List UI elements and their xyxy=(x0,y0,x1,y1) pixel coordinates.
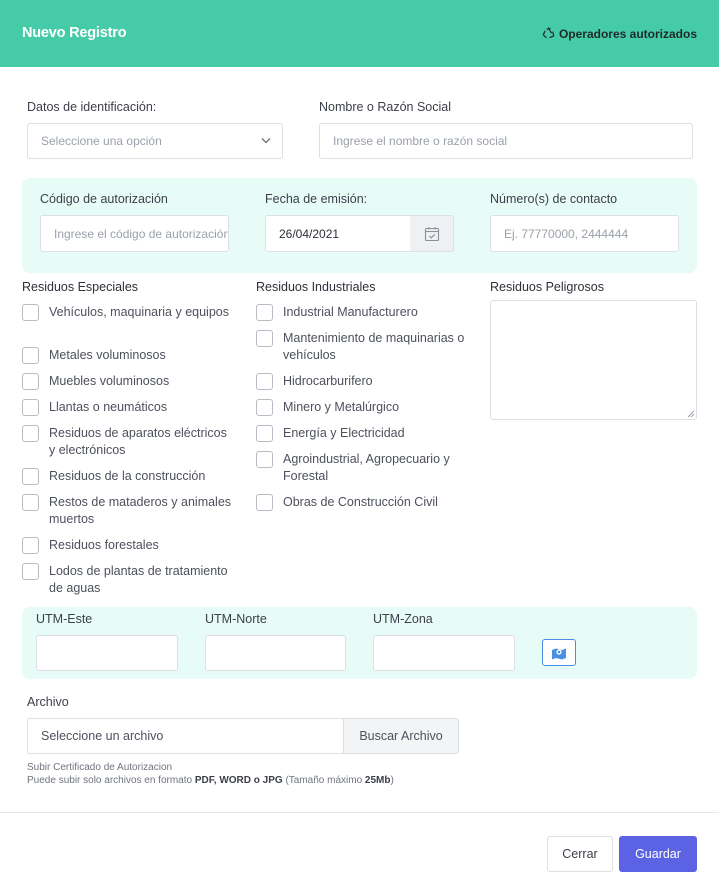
checkbox-llantas-neumaticos[interactable]: Llantas o neumáticos xyxy=(22,399,232,416)
numero-contacto-input[interactable]: Ej. 77770000, 2444444 xyxy=(490,215,679,252)
checkbox-label: Lodos de plantas de tratamiento de aguas xyxy=(49,564,228,595)
map-location-button[interactable] xyxy=(542,639,576,666)
checkbox-mantenimiento-maquinarias[interactable]: Mantenimiento de maquinarias o vehículos xyxy=(256,330,476,364)
residuos-especiales-title: Residuos Especiales xyxy=(22,280,139,294)
checkbox-label: Restos de mataderos y animales muertos xyxy=(49,495,232,526)
checkbox-box[interactable] xyxy=(22,468,39,485)
fecha-emision-input[interactable]: 26/04/2021 xyxy=(265,215,411,252)
calendar-icon xyxy=(424,226,439,241)
guardar-button[interactable]: Guardar xyxy=(619,836,697,872)
hint-text: (Tamaño máximo xyxy=(282,775,365,786)
numero-contacto-label: Númerο(s) de contacto xyxy=(490,192,618,206)
operadores-autorizados-link[interactable]: Operadores autorizados xyxy=(541,26,697,41)
checkbox-box[interactable] xyxy=(22,425,39,442)
checkbox-box[interactable] xyxy=(22,399,39,416)
nombre-razon-social-placeholder: Ingrese el nombre o razón social xyxy=(333,134,508,148)
checkbox-residuos-construccion[interactable]: Residuos de la construcción xyxy=(22,468,232,485)
resize-grip-icon[interactable] xyxy=(687,410,695,418)
checkbox-energia-electricidad[interactable]: Energía y Electricidad xyxy=(256,425,476,442)
checkbox-box[interactable] xyxy=(22,537,39,554)
utm-norte-input[interactable] xyxy=(205,635,346,671)
fecha-emision-value: 26/04/2021 xyxy=(279,226,340,241)
checkbox-label: Minero y Metalúrgico xyxy=(283,400,400,414)
checkbox-label: Agroindustrial, Agropecuario y Forestal xyxy=(283,452,450,483)
utm-zona-label: UTM-Zona xyxy=(373,612,433,626)
checkbox-label: Residuos de aparatos eléctricos y electr… xyxy=(49,426,227,457)
checkbox-label: Hidrocarburifero xyxy=(283,374,373,388)
checkbox-box[interactable] xyxy=(256,399,273,416)
checkbox-muebles-voluminosos[interactable]: Muebles voluminosos xyxy=(22,373,232,390)
checkbox-label: Muebles voluminosos xyxy=(49,374,170,388)
footer-divider xyxy=(0,812,719,813)
cerrar-button[interactable]: Cerrar xyxy=(547,836,613,872)
nombre-razon-social-input[interactable]: Ingrese el nombre o razón social xyxy=(319,123,693,159)
checkbox-box[interactable] xyxy=(22,563,39,580)
checkbox-residuos-forestales[interactable]: Residuos forestales xyxy=(22,537,232,554)
codigo-autorizacion-input[interactable]: Ingrese el código de autorización xyxy=(40,215,229,252)
checkbox-box[interactable] xyxy=(256,494,273,511)
archivo-input[interactable]: Seleccione un archivo xyxy=(27,718,344,754)
buscar-archivo-button[interactable]: Buscar Archivo xyxy=(343,718,459,754)
modal-header: Nuevo Registro Operadores autorizados xyxy=(0,0,719,67)
checkbox-minero-metalurgico[interactable]: Minero y Metalúrgico xyxy=(256,399,476,416)
checkbox-agroindustrial[interactable]: Agroindustrial, Agropecuario y Forestal xyxy=(256,451,476,485)
checkbox-hidrocarburifero[interactable]: Hidrocarburifero xyxy=(256,373,476,390)
residuos-industriales-title: Residuos Industriales xyxy=(256,280,376,294)
numero-contacto-placeholder: Ej. 77770000, 2444444 xyxy=(504,226,629,241)
archivo-placeholder: Seleccione un archivo xyxy=(41,729,164,743)
datos-identificacion-label: Datos de identificación: xyxy=(27,100,157,114)
hint-text: ) xyxy=(390,775,394,786)
checkbox-box[interactable] xyxy=(256,425,273,442)
utm-este-label: UTM-Este xyxy=(36,612,93,626)
codigo-autorizacion-label: Código de autorización xyxy=(40,192,168,206)
codigo-autorizacion-placeholder: Ingrese el código de autorización xyxy=(54,226,229,241)
checkbox-box[interactable] xyxy=(22,373,39,390)
hint-text: Puede subir solo archivos en formato xyxy=(27,775,195,786)
recycle-icon xyxy=(542,27,555,39)
checkbox-label: Vehículos, maquinaria y equipos xyxy=(49,305,229,319)
modal-title: Nuevo Registro xyxy=(22,25,127,41)
checkbox-aparatos-electricos[interactable]: Residuos de aparatos eléctricos y electr… xyxy=(22,425,232,459)
calendar-button[interactable] xyxy=(410,215,454,252)
hint-size: 25Mb xyxy=(364,775,391,786)
checkbox-label: Energía y Electricidad xyxy=(283,426,405,440)
datos-identificacion-select[interactable]: Seleccione una opción xyxy=(27,123,283,159)
map-marker-icon xyxy=(552,648,566,659)
checkbox-label: Residuos de la construcción xyxy=(49,469,206,483)
chevron-down-icon xyxy=(261,138,271,144)
checkbox-metales-voluminosos[interactable]: Metales voluminosos xyxy=(22,347,232,364)
checkbox-box[interactable] xyxy=(22,347,39,364)
archivo-label: Archivo xyxy=(27,695,69,709)
checkbox-box[interactable] xyxy=(22,494,39,511)
checkbox-label: Metales voluminosos xyxy=(49,348,166,362)
operadores-autorizados-label: Operadores autorizados xyxy=(558,26,697,41)
checkbox-box[interactable] xyxy=(256,373,273,390)
checkbox-lodos-plantas[interactable]: Lodos de plantas de tratamiento de aguas xyxy=(22,563,232,597)
residuos-peligrosos-title: Residuos Peligrosos xyxy=(490,280,604,294)
datos-identificacion-placeholder: Seleccione una opción xyxy=(41,134,162,148)
hint-formats: PDF, WORD o JPG xyxy=(194,775,283,786)
checkbox-restos-mataderos[interactable]: Restos de mataderos y animales muertos xyxy=(22,494,232,528)
checkbox-box[interactable] xyxy=(256,304,273,321)
archivo-hint-certificado: Subir Certificado de Autorizacion xyxy=(27,762,173,773)
checkbox-obras-construccion-civil[interactable]: Obras de Construcción Civil xyxy=(256,494,476,511)
checkbox-label: Mantenimiento de maquinarias o vehículos xyxy=(283,331,465,362)
archivo-hint-formatos: Puede subir solo archivos en formato PDF… xyxy=(27,775,394,786)
checkbox-box[interactable] xyxy=(256,451,273,468)
fecha-emision-label: Fecha de emisión: xyxy=(265,192,368,206)
nombre-razon-social-label: Nombre o Razón Social xyxy=(319,100,452,114)
checkbox-box[interactable] xyxy=(256,330,273,347)
checkbox-label: Llantas o neumáticos xyxy=(49,400,168,414)
checkbox-box[interactable] xyxy=(22,304,39,321)
checkbox-label: Obras de Construcción Civil xyxy=(283,495,438,509)
utm-norte-label: UTM-Norte xyxy=(205,612,267,626)
checkbox-label: Industrial Manufacturero xyxy=(283,305,418,319)
checkbox-vehiculos-maquinaria[interactable]: Vehículos, maquinaria y equipos xyxy=(22,304,232,321)
checkbox-label: Residuos forestales xyxy=(49,538,159,552)
checkbox-industrial-manufacturero[interactable]: Industrial Manufacturero xyxy=(256,304,476,321)
utm-zona-input[interactable] xyxy=(373,635,515,671)
residuos-peligrosos-textarea[interactable] xyxy=(490,300,697,420)
utm-este-input[interactable] xyxy=(36,635,178,671)
